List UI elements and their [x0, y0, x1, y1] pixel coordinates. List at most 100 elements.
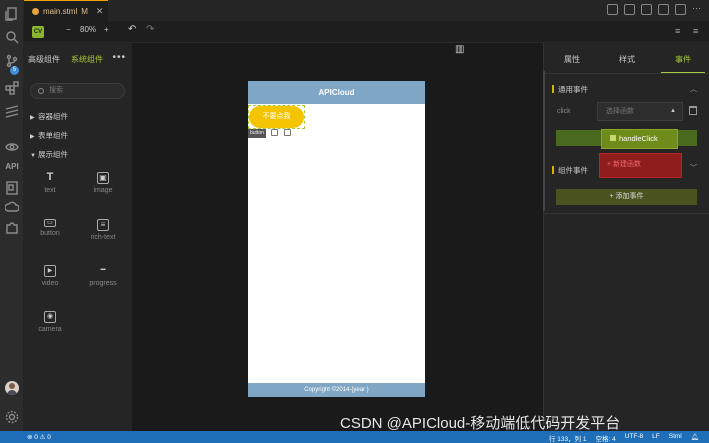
chevron-right-icon: ▶	[30, 115, 35, 121]
notifications-bell-icon[interactable]: 🔔︎	[691, 433, 699, 443]
tab-main-stml[interactable]: main.stml M ✕	[24, 0, 108, 21]
button-icon: ▭	[44, 219, 56, 227]
design-canvas[interactable]: ▥ APICloud 不要点我 button Copyright ©2014-{…	[132, 43, 543, 431]
activity-bar: 5 API	[0, 0, 24, 431]
settings-gear-icon[interactable]	[4, 409, 20, 425]
component-progress[interactable]: ━ progress	[78, 265, 128, 287]
more-actions-icon[interactable]: ···	[692, 4, 703, 15]
preview-eye-icon[interactable]	[4, 139, 20, 155]
align-right-icon[interactable]: ≡	[693, 26, 698, 36]
extensions-icon[interactable]	[4, 80, 20, 96]
undo-icon[interactable]: ↶	[128, 24, 136, 35]
section-divider	[544, 213, 709, 214]
book-icon[interactable]: ▥	[455, 44, 464, 55]
tab-divider	[544, 73, 709, 74]
delete-icon[interactable]	[284, 129, 291, 136]
video-icon: ▶	[44, 265, 56, 277]
line-ending[interactable]: LF	[652, 433, 660, 443]
close-tab-icon[interactable]: ✕	[96, 6, 104, 17]
copy-icon[interactable]	[271, 129, 278, 136]
editor-tab-bar: main.stml M ✕ ···	[24, 0, 709, 21]
tab-styles[interactable]: 样式	[619, 54, 635, 65]
category-display[interactable]: ▼ 展示组件	[30, 149, 68, 160]
layers-icon[interactable]	[4, 103, 20, 119]
watermark: CSDN @APICloud-移动端低代码开发平台	[340, 415, 621, 432]
component-image[interactable]: ▣ image	[78, 172, 128, 194]
document-icon[interactable]	[4, 180, 20, 196]
encoding[interactable]: UTF-8	[625, 433, 643, 443]
ide-window: 5 API main.stml M ✕ ··· CV − 80% + ↶ ↷ ≡…	[0, 0, 709, 443]
tab-advanced-components[interactable]: 高级组件	[28, 54, 60, 65]
tab-properties[interactable]: 属性	[564, 54, 580, 65]
apicloud-logo-icon: CV	[32, 26, 44, 38]
chevron-down-icon[interactable]: ﹀	[690, 163, 697, 173]
panel-scrollbar[interactable]	[543, 71, 545, 211]
zoom-level: 80%	[80, 25, 97, 34]
status-right: 行 133，列 1 空格: 4 UTF-8 LF Stml 🔔︎	[549, 433, 699, 443]
files-icon[interactable]	[4, 6, 20, 22]
component-camera[interactable]: ◉ camera	[25, 311, 75, 333]
scm-badge: 5	[10, 66, 19, 75]
add-event-button[interactable]: + 添加事件	[556, 189, 697, 205]
function-select[interactable]: 选择函数 ▲	[597, 102, 683, 121]
component-tabs: 高级组件 系统组件 •••	[24, 43, 132, 75]
tab-system-components[interactable]: 系统组件	[71, 54, 103, 65]
puzzle-icon[interactable]	[4, 220, 20, 236]
open-preview-icon[interactable]	[641, 4, 652, 15]
compare-icon[interactable]	[607, 4, 618, 15]
more-icon[interactable]: •••	[112, 52, 126, 63]
indentation[interactable]: 空格: 4	[595, 433, 615, 443]
section-component-events[interactable]: 组件事件	[552, 165, 588, 176]
category-form[interactable]: ▶ 表单组件	[30, 130, 68, 141]
caret-up-icon: ▲	[670, 108, 676, 114]
rich-text-icon: ≡	[97, 219, 109, 231]
phone-header: APICloud	[248, 81, 425, 104]
selection-outline	[248, 105, 305, 129]
search-icon	[38, 88, 44, 94]
phone-preview[interactable]: APICloud 不要点我 button Copyright ©2014-{ye…	[248, 81, 425, 397]
cloud-icon[interactable]	[4, 199, 20, 215]
search-icon[interactable]	[4, 29, 20, 45]
window-actions: ···	[607, 4, 703, 15]
component-tools	[271, 129, 291, 136]
section-general-events[interactable]: 通用事件	[552, 84, 588, 95]
component-panel: 高级组件 系统组件 ••• 搜索 ▶ 容器组件 ▶ 表单组件 ▼ 展示组件 T tex…	[24, 43, 132, 431]
status-bar: ⊗ 0 ⚠ 0 行 133，列 1 空格: 4 UTF-8 LF Stml 🔔︎	[0, 431, 709, 443]
progress-icon: ━	[100, 265, 106, 274]
problems-indicator[interactable]: ⊗ 0 ⚠ 0	[27, 433, 51, 441]
dropdown-option-handleclick[interactable]: handleClick	[601, 129, 678, 149]
dropdown-option-new-function[interactable]: + 新建函数	[599, 153, 682, 178]
compare-alt-icon[interactable]	[624, 4, 635, 15]
designer-toolbar: CV − 80% + ↶ ↷ ≡ ≡	[24, 21, 709, 43]
split-editor-icon[interactable]	[675, 4, 686, 15]
language-mode[interactable]: Stml	[669, 433, 682, 443]
phone-footer: Copyright ©2014-{year }	[248, 383, 425, 397]
function-icon	[610, 135, 616, 141]
modified-indicator: M	[81, 6, 88, 16]
zoom-in-button[interactable]: +	[104, 25, 109, 34]
api-icon[interactable]: API	[3, 162, 21, 171]
selected-component-tag: button	[248, 129, 266, 138]
component-video[interactable]: ▶ video	[25, 265, 75, 287]
text-icon: T	[46, 171, 54, 183]
tab-filename: main.stml	[43, 6, 78, 16]
search-placeholder: 搜索	[49, 87, 63, 94]
cursor-position[interactable]: 行 133，列 1	[549, 433, 587, 443]
component-text[interactable]: T text	[25, 171, 75, 195]
chevron-up-icon[interactable]: ︿	[690, 84, 697, 94]
align-left-icon[interactable]: ≡	[675, 26, 680, 36]
redo-icon[interactable]: ↷	[146, 24, 154, 35]
go-back-icon[interactable]	[658, 4, 669, 15]
category-container[interactable]: ▶ 容器组件	[30, 111, 68, 122]
file-type-icon	[32, 7, 39, 15]
zoom-out-button[interactable]: −	[66, 25, 71, 34]
tab-events[interactable]: 事件	[675, 54, 691, 65]
avatar[interactable]	[5, 381, 19, 395]
component-button[interactable]: ▭ button	[25, 219, 75, 237]
component-rich-text[interactable]: ≡ rich-text	[78, 219, 128, 241]
active-tab-indicator	[661, 72, 705, 73]
click-event-label: click	[557, 108, 571, 115]
chevron-down-icon: ▼	[30, 153, 36, 159]
trash-icon[interactable]	[689, 106, 697, 115]
component-search-input[interactable]: 搜索	[30, 83, 125, 99]
